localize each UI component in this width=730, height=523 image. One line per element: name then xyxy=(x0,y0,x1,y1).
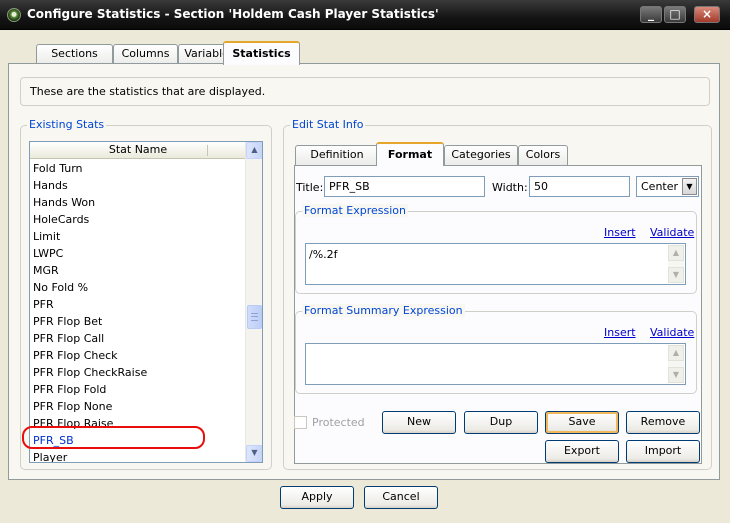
stat-name-header-label: Stat Name xyxy=(108,143,168,156)
close-icon: × xyxy=(701,7,713,21)
width-input[interactable]: 50 xyxy=(529,176,630,197)
list-item[interactable]: PFR xyxy=(30,296,246,313)
maximize-button[interactable]: □ xyxy=(664,6,686,23)
format-summary-expression-legend: Format Summary Expression xyxy=(302,304,465,317)
existing-stats-list[interactable]: Stat Name Fold Turn Hands Hands Won Hole… xyxy=(29,141,263,463)
list-item[interactable]: PFR Flop Check xyxy=(30,347,246,364)
edit-stat-info-group: Edit Stat Info Definition Format Categor… xyxy=(283,118,712,470)
list-item[interactable]: PFR Flop None xyxy=(30,398,246,415)
list-item[interactable]: Player xyxy=(30,449,246,462)
highlight-ring xyxy=(22,426,205,449)
format-summary-expression-group: Format Summary Expression Insert Validat… xyxy=(295,304,697,394)
list-item[interactable]: PFR Flop Fold xyxy=(30,381,246,398)
list-item[interactable]: Hands Won xyxy=(30,194,246,211)
list-item[interactable]: PFR Flop Call xyxy=(30,330,246,347)
combo-arrow-icon[interactable]: ▼ xyxy=(682,178,697,195)
existing-stats-legend: Existing Stats xyxy=(27,118,107,131)
tab-columns[interactable]: Columns xyxy=(113,44,178,64)
statistics-panel: These are the statistics that are displa… xyxy=(8,63,720,480)
cancel-button[interactable]: Cancel xyxy=(364,486,438,509)
title-input[interactable]: PFR_SB xyxy=(324,176,485,197)
grip-icon xyxy=(251,313,258,321)
app-icon xyxy=(7,8,21,22)
format-expression-legend: Format Expression xyxy=(302,204,408,217)
close-button[interactable]: × xyxy=(694,6,720,23)
remove-button[interactable]: Remove xyxy=(626,411,700,434)
scroll-down-button[interactable]: ▼ xyxy=(246,445,262,462)
list-item[interactable]: Limit xyxy=(30,228,246,245)
tab-categories[interactable]: Categories xyxy=(444,145,518,165)
title-bar: Configure Statistics - Section 'Holdem C… xyxy=(0,0,730,30)
maximize-icon: □ xyxy=(669,7,681,21)
width-label: Width: xyxy=(492,181,528,194)
scroll-up-icon[interactable]: ▲ xyxy=(668,245,684,261)
list-item[interactable]: PFR Flop Bet xyxy=(30,313,246,330)
minimize-icon: _ xyxy=(648,7,654,21)
dup-button[interactable]: Dup xyxy=(464,411,538,434)
list-item[interactable]: MGR xyxy=(30,262,246,279)
stat-name-column-header[interactable]: Stat Name xyxy=(30,142,246,159)
list-item[interactable]: Fold Turn xyxy=(30,160,246,177)
scroll-thumb[interactable] xyxy=(247,305,262,329)
format-expression-input[interactable]: /%.2f ▲ ▼ xyxy=(305,243,686,285)
tab-colors[interactable]: Colors xyxy=(518,145,568,165)
tab-statistics[interactable]: Statistics xyxy=(223,41,300,65)
list-item[interactable]: PFR Flop CheckRaise xyxy=(30,364,246,381)
list-item[interactable]: LWPC xyxy=(30,245,246,262)
protected-checkbox[interactable] xyxy=(294,416,307,429)
import-button[interactable]: Import xyxy=(626,440,700,463)
list-item[interactable]: Hands xyxy=(30,177,246,194)
export-button[interactable]: Export xyxy=(545,440,619,463)
alignment-value: Center xyxy=(641,180,679,193)
existing-stats-group: Existing Stats Stat Name Fold Turn Hands… xyxy=(20,118,272,470)
format-summary-expression-input[interactable]: ▲ ▼ xyxy=(305,343,686,385)
scroll-down-icon: ▼ xyxy=(251,448,258,457)
edit-stat-info-legend: Edit Stat Info xyxy=(290,118,366,131)
description-box: These are the statistics that are displa… xyxy=(20,77,710,106)
column-separator xyxy=(207,145,208,156)
save-button[interactable]: Save xyxy=(545,411,619,434)
validate-link[interactable]: Validate xyxy=(650,226,694,239)
format-expression-value: /%.2f xyxy=(309,248,338,261)
minimize-button[interactable]: _ xyxy=(640,6,662,23)
scroll-down-icon[interactable]: ▼ xyxy=(668,267,684,283)
scroll-up-icon: ▲ xyxy=(251,145,258,154)
protected-label: Protected xyxy=(312,416,365,429)
new-button[interactable]: New xyxy=(382,411,456,434)
title-label: Title: xyxy=(296,181,324,194)
stat-list-items: Fold Turn Hands Hands Won HoleCards Limi… xyxy=(30,160,246,462)
alignment-select[interactable]: Center ▼ xyxy=(636,176,699,197)
tab-definition[interactable]: Definition xyxy=(295,145,379,165)
scroll-down-icon[interactable]: ▼ xyxy=(668,367,684,383)
scroll-up-button[interactable]: ▲ xyxy=(246,142,262,159)
stats-scrollbar[interactable]: ▲ ▼ xyxy=(245,142,262,462)
summary-validate-link[interactable]: Validate xyxy=(650,326,694,339)
list-item[interactable]: No Fold % xyxy=(30,279,246,296)
apply-button[interactable]: Apply xyxy=(280,486,354,509)
format-expression-scrollbar[interactable]: ▲ ▼ xyxy=(668,245,684,283)
insert-link[interactable]: Insert xyxy=(604,226,636,239)
description-text: These are the statistics that are displa… xyxy=(30,85,266,98)
tab-sections[interactable]: Sections xyxy=(36,44,113,64)
scroll-up-icon[interactable]: ▲ xyxy=(668,345,684,361)
summary-insert-link[interactable]: Insert xyxy=(604,326,636,339)
window-title: Configure Statistics - Section 'Holdem C… xyxy=(27,7,439,21)
tab-format[interactable]: Format xyxy=(376,142,444,166)
list-item[interactable]: HoleCards xyxy=(30,211,246,228)
format-summary-scrollbar[interactable]: ▲ ▼ xyxy=(668,345,684,383)
format-expression-group: Format Expression Insert Validate /%.2f … xyxy=(295,204,697,294)
